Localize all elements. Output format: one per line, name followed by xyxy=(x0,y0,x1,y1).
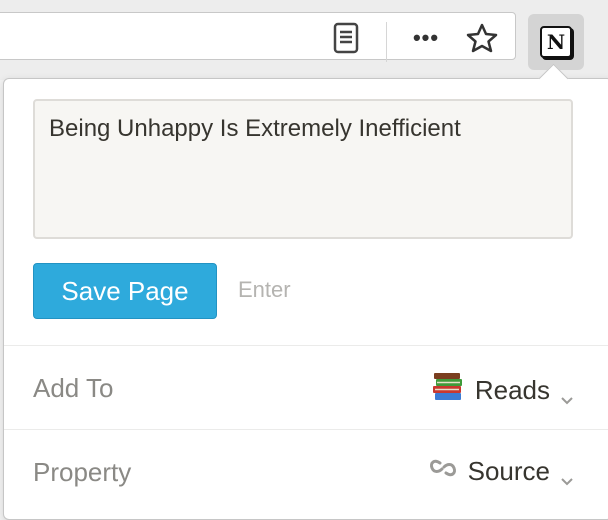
divider xyxy=(4,345,608,346)
enter-shortcut-hint: Enter xyxy=(238,277,291,302)
more-horizontal-icon[interactable]: ••• xyxy=(410,22,442,54)
add-to-label: Add To xyxy=(33,373,114,403)
add-to-value: Reads xyxy=(474,375,550,405)
browser-toolbar: ••• N xyxy=(0,0,608,80)
add-to-selector[interactable]: Reads xyxy=(431,371,574,410)
chevron-down-icon xyxy=(560,384,574,404)
divider xyxy=(4,429,608,430)
property-row[interactable]: Property Source xyxy=(4,431,608,513)
add-to-row[interactable]: Add To Reads xyxy=(4,347,608,429)
star-icon[interactable] xyxy=(466,22,498,54)
property-value: Source xyxy=(467,456,550,486)
page-title-input[interactable]: Being Unhappy Is Extremely Inefficient xyxy=(33,99,573,239)
books-icon xyxy=(431,371,465,410)
chevron-down-icon xyxy=(560,465,574,485)
notion-extension-button[interactable]: N xyxy=(528,14,584,70)
save-page-button[interactable]: Save Page xyxy=(33,263,217,319)
reader-view-icon[interactable] xyxy=(330,22,362,54)
toolbar-separator xyxy=(386,22,387,62)
property-label: Property xyxy=(33,457,132,487)
notion-icon: N xyxy=(540,26,572,58)
web-clipper-popup: Being Unhappy Is Extremely Inefficient S… xyxy=(3,78,608,520)
link-icon xyxy=(428,455,458,488)
property-selector[interactable]: Source xyxy=(428,455,574,488)
